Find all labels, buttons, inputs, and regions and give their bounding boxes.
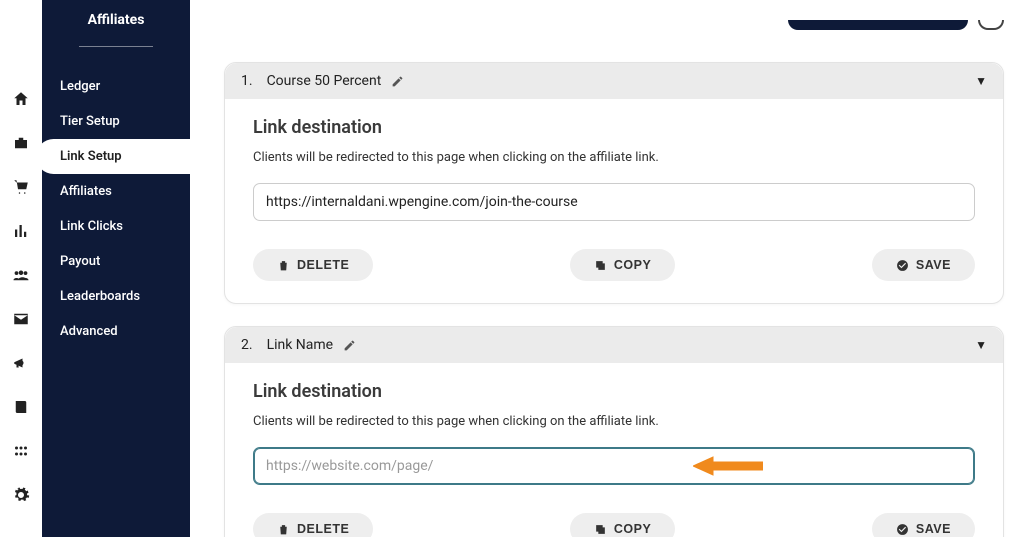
bar-chart-icon[interactable] xyxy=(12,222,30,240)
link-card-1: 1. Course 50 Percent ▼ Link destination … xyxy=(224,62,1004,304)
save-button[interactable]: SAVE xyxy=(872,249,975,281)
delete-label: DELETE xyxy=(297,522,349,536)
save-label: SAVE xyxy=(916,258,951,272)
delete-button[interactable]: DELETE xyxy=(253,249,373,281)
chevron-down-icon[interactable]: ▼ xyxy=(975,74,987,88)
sidebar-title: Affiliates xyxy=(42,8,190,46)
save-label: SAVE xyxy=(916,522,951,536)
copy-label: COPY xyxy=(614,258,651,272)
destination-input-1[interactable] xyxy=(253,183,975,221)
copy-button[interactable]: COPY xyxy=(570,513,675,537)
book-icon[interactable] xyxy=(12,398,30,416)
card-header-1[interactable]: 1. Course 50 Percent ▼ xyxy=(225,63,1003,99)
edit-icon[interactable] xyxy=(391,75,404,88)
check-circle-icon xyxy=(896,259,909,272)
copy-icon xyxy=(594,259,607,272)
chevron-down-icon[interactable]: ▼ xyxy=(975,338,987,352)
group-icon[interactable] xyxy=(12,266,30,284)
delete-button[interactable]: DELETE xyxy=(253,513,373,537)
edit-icon[interactable] xyxy=(343,339,356,352)
card-actions-2: DELETE COPY SAVE xyxy=(253,513,975,537)
trash-icon xyxy=(277,259,290,272)
mail-icon[interactable] xyxy=(12,310,30,328)
card-body-1: Link destination Clients will be redirec… xyxy=(225,99,1003,303)
copy-button[interactable]: COPY xyxy=(570,249,675,281)
card-name: Link Name xyxy=(267,337,334,353)
top-controls-partial xyxy=(224,20,1004,28)
megaphone-icon[interactable] xyxy=(12,354,30,372)
sidebar-item-tier-setup[interactable]: Tier Setup xyxy=(42,104,190,139)
card-name: Course 50 Percent xyxy=(267,73,382,89)
save-button[interactable]: SAVE xyxy=(872,513,975,537)
annotation-arrow xyxy=(693,455,763,477)
sidebar-item-payout[interactable]: Payout xyxy=(42,244,190,279)
section-title: Link destination xyxy=(253,381,975,402)
sidebar-item-affiliates[interactable]: Affiliates xyxy=(42,174,190,209)
link-card-2: 2. Link Name ▼ Link destination Clients … xyxy=(224,326,1004,537)
briefcase-icon[interactable] xyxy=(12,134,30,152)
card-header-2[interactable]: 2. Link Name ▼ xyxy=(225,327,1003,363)
copy-label: COPY xyxy=(614,522,651,536)
card-actions-1: DELETE COPY SAVE xyxy=(253,249,975,281)
card-body-2: Link destination Clients will be redirec… xyxy=(225,363,1003,537)
destination-input-2[interactable] xyxy=(253,447,975,485)
section-title: Link destination xyxy=(253,117,975,138)
primary-button-partial[interactable] xyxy=(788,20,968,30)
sidebar: Affiliates Ledger Tier Setup Link Setup … xyxy=(42,0,190,537)
icon-rail xyxy=(0,0,42,537)
helper-text: Clients will be redirected to this page … xyxy=(253,414,975,429)
copy-icon xyxy=(594,523,607,536)
card-number: 1. xyxy=(241,73,253,89)
circle-button-partial[interactable] xyxy=(978,20,1004,30)
sidebar-item-advanced[interactable]: Advanced xyxy=(42,314,190,349)
delete-label: DELETE xyxy=(297,258,349,272)
check-circle-icon xyxy=(896,523,909,536)
cart-icon[interactable] xyxy=(12,178,30,196)
trash-icon xyxy=(277,523,290,536)
sidebar-item-ledger[interactable]: Ledger xyxy=(42,69,190,104)
sidebar-item-link-setup[interactable]: Link Setup xyxy=(36,139,190,174)
main-content: 1. Course 50 Percent ▼ Link destination … xyxy=(190,0,1024,537)
helper-text: Clients will be redirected to this page … xyxy=(253,150,975,165)
home-icon[interactable] xyxy=(12,90,30,108)
card-number: 2. xyxy=(241,337,253,353)
gear-icon[interactable] xyxy=(12,486,30,504)
sidebar-item-link-clicks[interactable]: Link Clicks xyxy=(42,209,190,244)
sidebar-item-leaderboards[interactable]: Leaderboards xyxy=(42,279,190,314)
dots-icon[interactable] xyxy=(12,442,30,460)
sidebar-divider xyxy=(79,46,153,47)
